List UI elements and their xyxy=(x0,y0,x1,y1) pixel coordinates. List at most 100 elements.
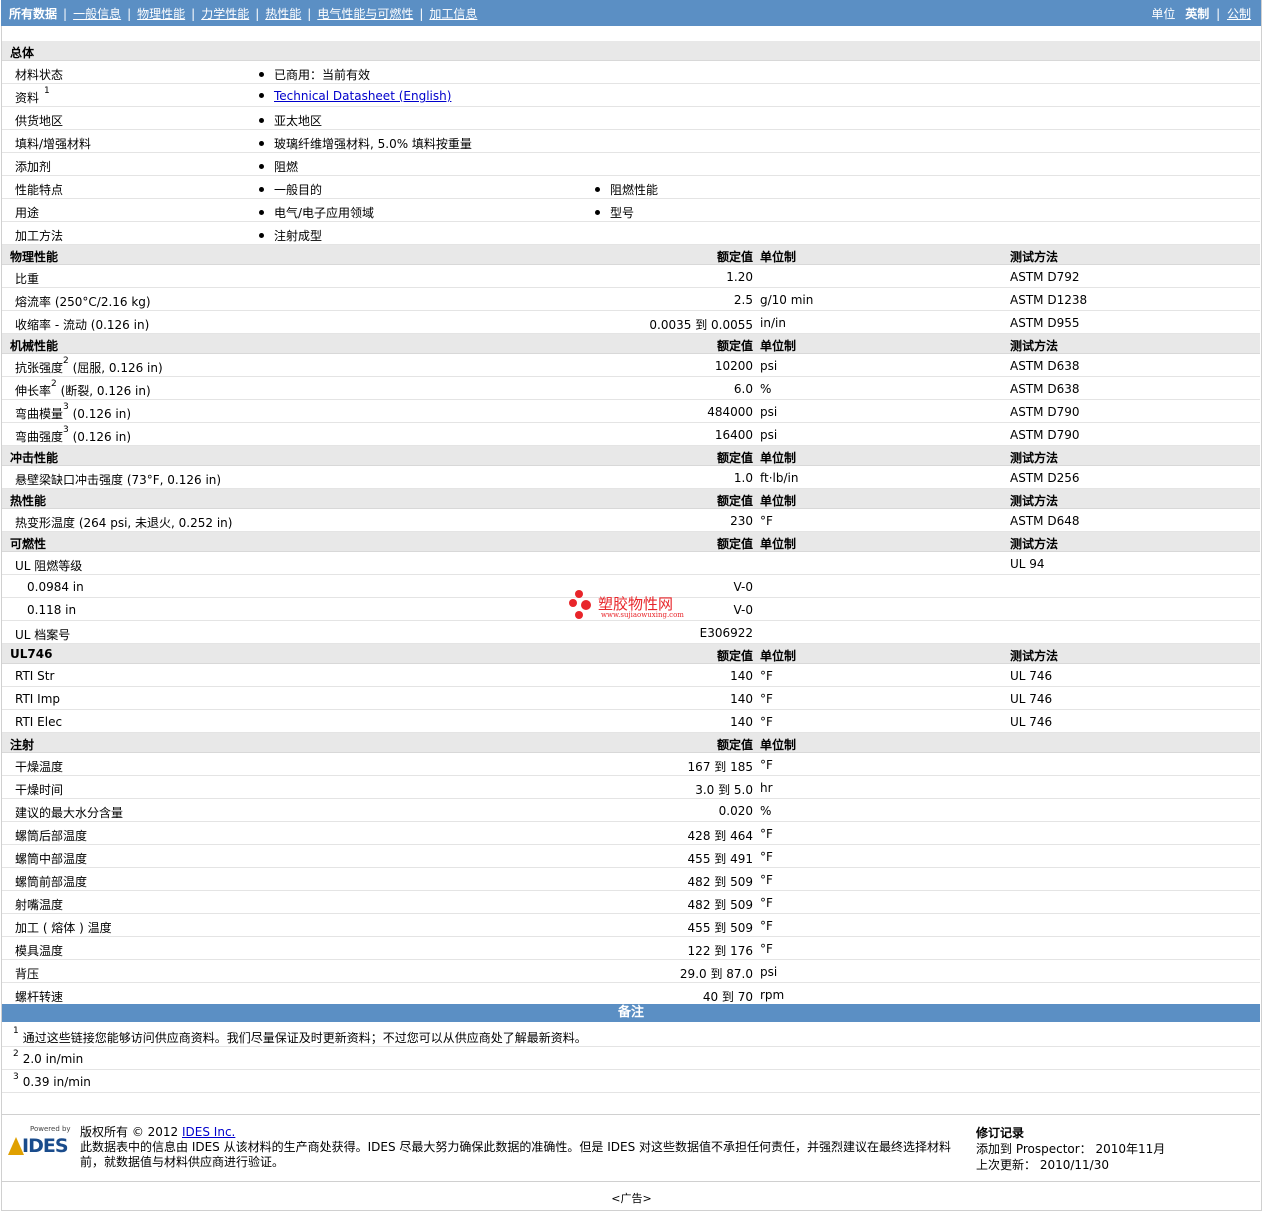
property-value: 29.0 到 87.0 xyxy=(679,967,753,981)
note-text: 2.0 in/min xyxy=(22,1052,84,1066)
property-value: 3.0 到 5.0 xyxy=(695,783,753,797)
section-header: 物理性能 额定值 单位制 测试方法 xyxy=(2,245,1260,265)
property-value: V-0 xyxy=(733,603,753,617)
general-label: 加工方法 xyxy=(15,229,64,243)
general-row: 加工方法 注射成型 xyxy=(2,222,1260,245)
property-row: 干燥温度 167 到 185 °F xyxy=(2,753,1260,776)
property-method: UL 746 xyxy=(1010,715,1053,729)
bullet-icon xyxy=(259,164,264,169)
footnote-ref: 1 xyxy=(44,86,50,96)
property-name: UL 阻燃等级 xyxy=(15,559,83,573)
bullet-icon xyxy=(259,93,264,98)
property-name: 弯曲模量 xyxy=(15,407,64,421)
header-method: 测试方法 xyxy=(1010,649,1059,663)
tab-2[interactable]: 物理性能 xyxy=(137,7,185,21)
property-row: 螺杆转速 40 到 70 rpm xyxy=(2,983,1260,1006)
general-value-text: 亚太地区 xyxy=(274,114,323,128)
property-value: 140 xyxy=(730,692,753,706)
tab-1[interactable]: 一般信息 xyxy=(73,7,121,21)
tab-3[interactable]: 力学性能 xyxy=(201,7,249,21)
property-label: RTI Str xyxy=(15,669,54,683)
property-unit: °F xyxy=(760,942,773,956)
property-name: 悬壁梁缺口冲击强度 (73°F, 0.126 in) xyxy=(15,473,222,487)
property-row: RTI Str 140 °F UL 746 xyxy=(2,664,1260,687)
header-value: 额定值 xyxy=(716,649,753,663)
property-row: 建议的最大水分含量 0.020% xyxy=(2,799,1260,822)
general-value-text: 型号 xyxy=(610,206,635,220)
general-value-text: 一般目的 xyxy=(274,183,323,197)
header-unit: 单位制 xyxy=(760,649,797,663)
property-label: 弯曲强度3 (0.126 in) xyxy=(15,425,132,445)
property-name: 螺杆转速 xyxy=(15,990,64,1004)
nav-separator: | xyxy=(255,7,260,21)
property-label: 建议的最大水分含量 xyxy=(15,804,123,821)
general-label: 添加剂 xyxy=(15,160,52,174)
header-unit: 单位制 xyxy=(760,738,797,752)
general-value: 注射成型 xyxy=(259,227,322,244)
note-number: 3 xyxy=(13,1072,19,1082)
general-value: 阻燃性能 xyxy=(595,181,658,198)
header-method: 测试方法 xyxy=(1010,250,1059,264)
tab-6[interactable]: 加工信息 xyxy=(429,7,477,21)
ides-logo[interactable]: Powered by IDES xyxy=(8,1125,72,1163)
property-label: 螺筒中部温度 xyxy=(15,850,87,867)
property-unit: °F xyxy=(760,850,773,864)
property-label: 0.118 in xyxy=(27,603,76,617)
header-unit: 单位制 xyxy=(760,494,797,508)
property-value: 482 到 509 xyxy=(687,898,753,912)
general-label: 供货地区 xyxy=(15,114,64,128)
general-value-text: 阻燃 xyxy=(274,160,299,174)
ad-placeholder: <广告> xyxy=(611,1192,652,1205)
property-value: 2.5 xyxy=(733,293,753,307)
datasheet-link[interactable]: Technical Datasheet (English) xyxy=(274,89,451,103)
general-value-text: 已商用：当前有效 xyxy=(274,68,371,82)
property-condition: (0.126 in) xyxy=(68,430,132,444)
header-value: 额定值 xyxy=(716,537,753,551)
tab-5[interactable]: 电气性能与可燃性 xyxy=(317,7,413,21)
property-value: 0.020 xyxy=(718,804,753,818)
property-method: UL 746 xyxy=(1010,669,1053,683)
note-text: 通过这些链接您能够访问供应商资料。我们尽量保证及时更新资料；不过您可以从供应商处… xyxy=(22,1031,587,1045)
property-method: ASTM D638 xyxy=(1010,382,1080,396)
nav-separator: | xyxy=(127,7,132,21)
property-unit: °F xyxy=(760,692,773,706)
bullet-icon xyxy=(259,233,264,238)
property-name: 比重 xyxy=(15,272,40,286)
general-value: 亚太地区 xyxy=(259,112,322,129)
general-value-text: 玻璃纤维增强材料, 5.0% 填料按重量 xyxy=(274,137,472,151)
property-name: 模具温度 xyxy=(15,944,64,958)
nav-separator: | xyxy=(419,7,424,21)
category-tabs: 所有数据 | 一般信息 | 物理性能 | 力学性能 | 热性能 | 电气性能与可燃性 | 加工信息 xyxy=(9,5,477,22)
property-name: RTI Imp xyxy=(15,692,60,706)
revision-updated: 上次更新： 2010/11/30 xyxy=(976,1158,1109,1172)
header-value: 额定值 xyxy=(716,250,753,264)
property-value: 455 到 491 xyxy=(687,852,753,866)
unit-imperial[interactable]: 英制 xyxy=(1185,7,1209,21)
general-label: 填料/增强材料 xyxy=(15,137,92,151)
property-method: ASTM D955 xyxy=(1010,316,1080,330)
property-row: 射嘴温度 482 到 509 °F xyxy=(2,891,1260,914)
tab-0[interactable]: 所有数据 xyxy=(9,7,57,21)
general-value-text: 阻燃性能 xyxy=(610,183,659,197)
nav-separator: | xyxy=(307,7,312,21)
header-unit: 单位制 xyxy=(760,451,797,465)
tab-4[interactable]: 热性能 xyxy=(265,7,301,21)
section-title: 可燃性 xyxy=(10,537,47,551)
property-name: 螺筒后部温度 xyxy=(15,829,88,843)
property-unit: g/10 min xyxy=(760,293,814,307)
property-unit: °F xyxy=(760,758,773,772)
header-unit: 单位制 xyxy=(760,339,797,353)
watermark-url: www.sujiaowuxing.com xyxy=(601,611,684,619)
property-row: 比重 1.20 ASTM D792 xyxy=(2,265,1260,288)
property-row: 伸长率2 (断裂, 0.126 in) 6.0% ASTM D638 xyxy=(2,377,1260,400)
bullet-icon xyxy=(259,141,264,146)
property-row: 弯曲模量3 (0.126 in) 484000 psi ASTM D790 xyxy=(2,400,1260,423)
section-title: 总体 xyxy=(10,46,35,60)
header-method: 测试方法 xyxy=(1010,537,1059,551)
unit-metric-link[interactable]: 公制 xyxy=(1227,7,1251,21)
property-row: 熔流率 (250°C/2.16 kg) 2.5 g/10 min ASTM D1238 xyxy=(2,288,1260,311)
property-method: ASTM D256 xyxy=(1010,471,1080,485)
property-name: 弯曲强度 xyxy=(15,430,64,444)
ides-link[interactable]: IDES Inc. xyxy=(182,1125,235,1139)
property-unit: ft·lb/in xyxy=(760,471,799,485)
